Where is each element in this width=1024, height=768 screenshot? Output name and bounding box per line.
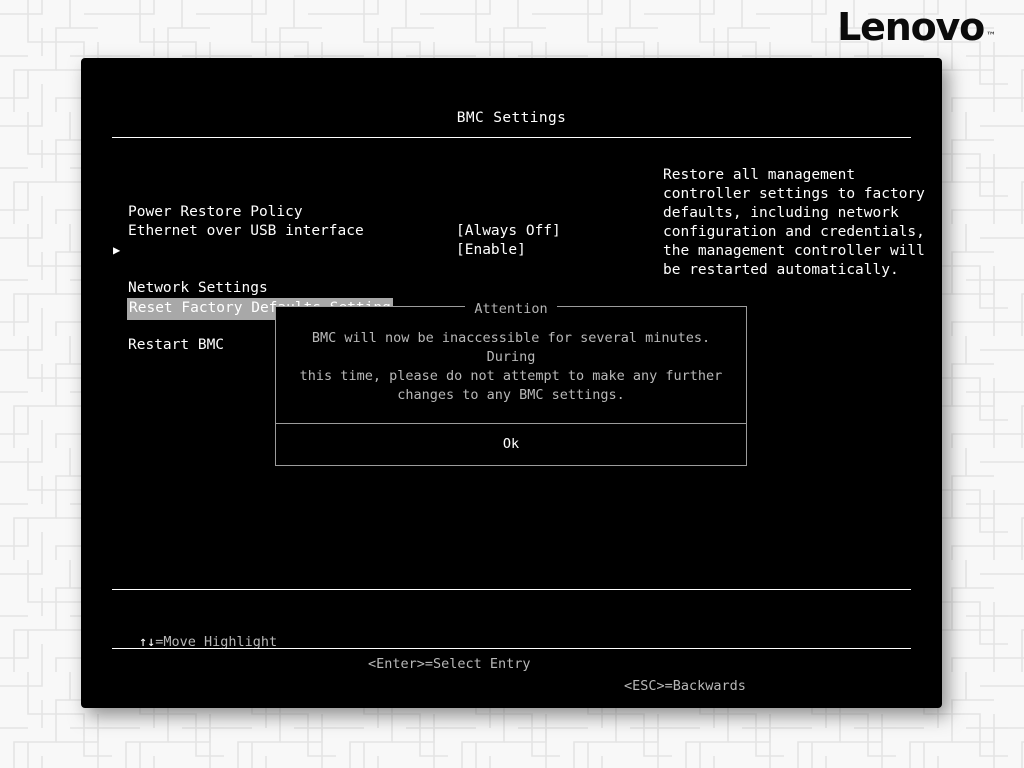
lenovo-logo: Lenovo ™ (837, 8, 996, 46)
menu-item-reset-factory-defaults[interactable]: Reset Factory Defaults Setting (112, 279, 612, 320)
menu-item-label: Ethernet over USB interface (128, 223, 364, 239)
trademark-symbol: ™ (986, 31, 996, 42)
lenovo-wordmark: Lenovo (837, 5, 985, 49)
footer-divider-bottom (112, 648, 911, 649)
page-title: BMC Settings (456, 110, 567, 126)
bios-setup-panel: BMC Settings Power Restore Policy [Alway… (81, 58, 942, 708)
menu-item-value[interactable]: [Always Off] (456, 222, 561, 241)
dialog-message-box: Attention BMC will now be inaccessible f… (275, 301, 747, 424)
menu-item-ethernet-over-usb[interactable]: Ethernet over USB interface [Enable] (112, 203, 612, 258)
dialog-message-text: BMC will now be inaccessible for several… (299, 330, 723, 403)
ok-button[interactable]: Ok (275, 424, 747, 466)
hint-select-entry: <Enter>=Select Entry (368, 656, 531, 672)
menu-item-power-restore-policy[interactable]: Power Restore Policy [Always Off] (112, 184, 612, 239)
menu-item-network-settings[interactable]: ▶ Network Settings (112, 241, 612, 296)
title-divider (112, 137, 911, 138)
submenu-arrow-icon: ▶ (113, 243, 121, 257)
hint-move-highlight: ↑↓=Move Highlight (139, 631, 277, 653)
footer-divider-top (112, 589, 911, 590)
menu-item-label: Restart BMC (128, 337, 225, 353)
hint-backwards: <ESC>=Backwards (624, 678, 746, 694)
menu-spacer (112, 260, 612, 279)
footer-key-hints: ↑↓=Move Highlight <Enter>=Select Entry <… (112, 609, 911, 694)
help-description-text: Restore all management controller settin… (663, 167, 925, 278)
attention-dialog: Attention BMC will now be inaccessible f… (275, 301, 747, 466)
